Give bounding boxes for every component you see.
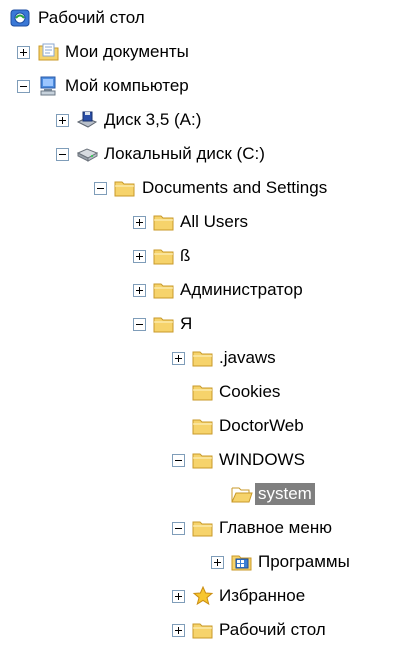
collapse-toggle[interactable] xyxy=(172,522,185,535)
folder-icon[interactable] xyxy=(153,280,175,300)
tree-node-label[interactable]: Я xyxy=(177,313,195,335)
tree-node-label[interactable]: WINDOWS xyxy=(216,449,308,471)
desktop-icon[interactable] xyxy=(10,8,32,28)
tree-node[interactable]: DoctorWeb xyxy=(0,410,418,444)
tree-node[interactable]: All Users xyxy=(0,206,418,240)
expand-toggle[interactable] xyxy=(172,352,185,365)
expand-toggle[interactable] xyxy=(56,114,69,127)
tree-node[interactable]: Мой компьютер xyxy=(0,70,418,104)
collapse-toggle[interactable] xyxy=(56,148,69,161)
folder-icon[interactable] xyxy=(192,518,214,538)
collapse-toggle[interactable] xyxy=(17,80,30,93)
folder-icon[interactable] xyxy=(192,382,214,402)
folder-icon[interactable] xyxy=(114,178,136,198)
expand-toggle[interactable] xyxy=(172,624,185,637)
tree-node[interactable]: Администратор xyxy=(0,274,418,308)
tree-node-label[interactable]: Рабочий стол xyxy=(35,7,148,29)
tree-node-label[interactable]: Мой компьютер xyxy=(62,75,192,97)
expand-toggle[interactable] xyxy=(133,250,146,263)
tree-node-label[interactable]: Локальный диск (C:) xyxy=(101,143,268,165)
folder-icon[interactable] xyxy=(153,212,175,232)
tree-node[interactable]: system xyxy=(0,478,418,512)
tree-node-label[interactable]: Главное меню xyxy=(216,517,335,539)
tree-node[interactable]: Диск 3,5 (A:) xyxy=(0,104,418,138)
tree-node-label[interactable]: Администратор xyxy=(177,279,306,301)
tree-node-label[interactable]: system xyxy=(255,483,315,505)
tree-node-label[interactable]: Мои документы xyxy=(62,41,192,63)
tree-node[interactable]: .javaws xyxy=(0,342,418,376)
folder-icon[interactable] xyxy=(153,246,175,266)
expand-toggle[interactable] xyxy=(17,46,30,59)
tree-node-label[interactable]: ß xyxy=(177,245,193,267)
favorites-star-icon[interactable] xyxy=(192,585,214,606)
tree-node-label[interactable]: Cookies xyxy=(216,381,283,403)
tree-node[interactable]: WINDOWS xyxy=(0,444,418,478)
tree-node[interactable]: Локальный диск (C:) xyxy=(0,138,418,172)
collapse-toggle[interactable] xyxy=(94,182,107,195)
tree-node-label[interactable]: DoctorWeb xyxy=(216,415,307,437)
tree-node[interactable]: Я xyxy=(0,308,418,342)
folder-icon[interactable] xyxy=(192,348,214,368)
collapse-toggle[interactable] xyxy=(133,318,146,331)
tree-node[interactable]: ß xyxy=(0,240,418,274)
tree-node[interactable]: Программы xyxy=(0,546,418,580)
expand-toggle[interactable] xyxy=(133,216,146,229)
tree-node[interactable]: Мои документы xyxy=(0,36,418,70)
expand-toggle[interactable] xyxy=(133,284,146,297)
tree-node[interactable]: Главное меню xyxy=(0,512,418,546)
hard-drive-icon[interactable] xyxy=(76,144,99,164)
folder-icon[interactable] xyxy=(192,620,214,640)
tree-node-label[interactable]: Диск 3,5 (A:) xyxy=(101,109,204,131)
floppy-drive-icon[interactable] xyxy=(76,110,98,130)
folder-icon[interactable] xyxy=(192,416,214,436)
folder-icon[interactable] xyxy=(192,450,214,470)
tree-node[interactable]: Избранное xyxy=(0,580,418,614)
expand-toggle[interactable] xyxy=(172,590,185,603)
tree-node[interactable]: Рабочий стол xyxy=(0,614,418,648)
tree-node-label[interactable]: All Users xyxy=(177,211,251,233)
programs-folder-icon[interactable] xyxy=(231,552,253,572)
my-documents-icon[interactable] xyxy=(38,42,60,62)
tree-node-label[interactable]: Рабочий стол xyxy=(216,619,329,641)
tree-node[interactable]: Рабочий стол xyxy=(0,2,418,36)
tree-node[interactable]: Cookies xyxy=(0,376,418,410)
tree-node-label[interactable]: Программы xyxy=(255,551,353,573)
expand-toggle[interactable] xyxy=(211,556,224,569)
collapse-toggle[interactable] xyxy=(172,454,185,467)
tree-node[interactable]: Documents and Settings xyxy=(0,172,418,206)
tree-node-label[interactable]: Documents and Settings xyxy=(139,177,330,199)
tree-node-label[interactable]: .javaws xyxy=(216,347,279,369)
tree-node-label[interactable]: Избранное xyxy=(216,585,308,607)
folder-open-icon[interactable] xyxy=(231,484,253,504)
folder-icon[interactable] xyxy=(153,314,175,334)
my-computer-icon[interactable] xyxy=(38,76,60,96)
folder-tree: Рабочий стол Мои документы Мой компьютер… xyxy=(0,0,418,650)
